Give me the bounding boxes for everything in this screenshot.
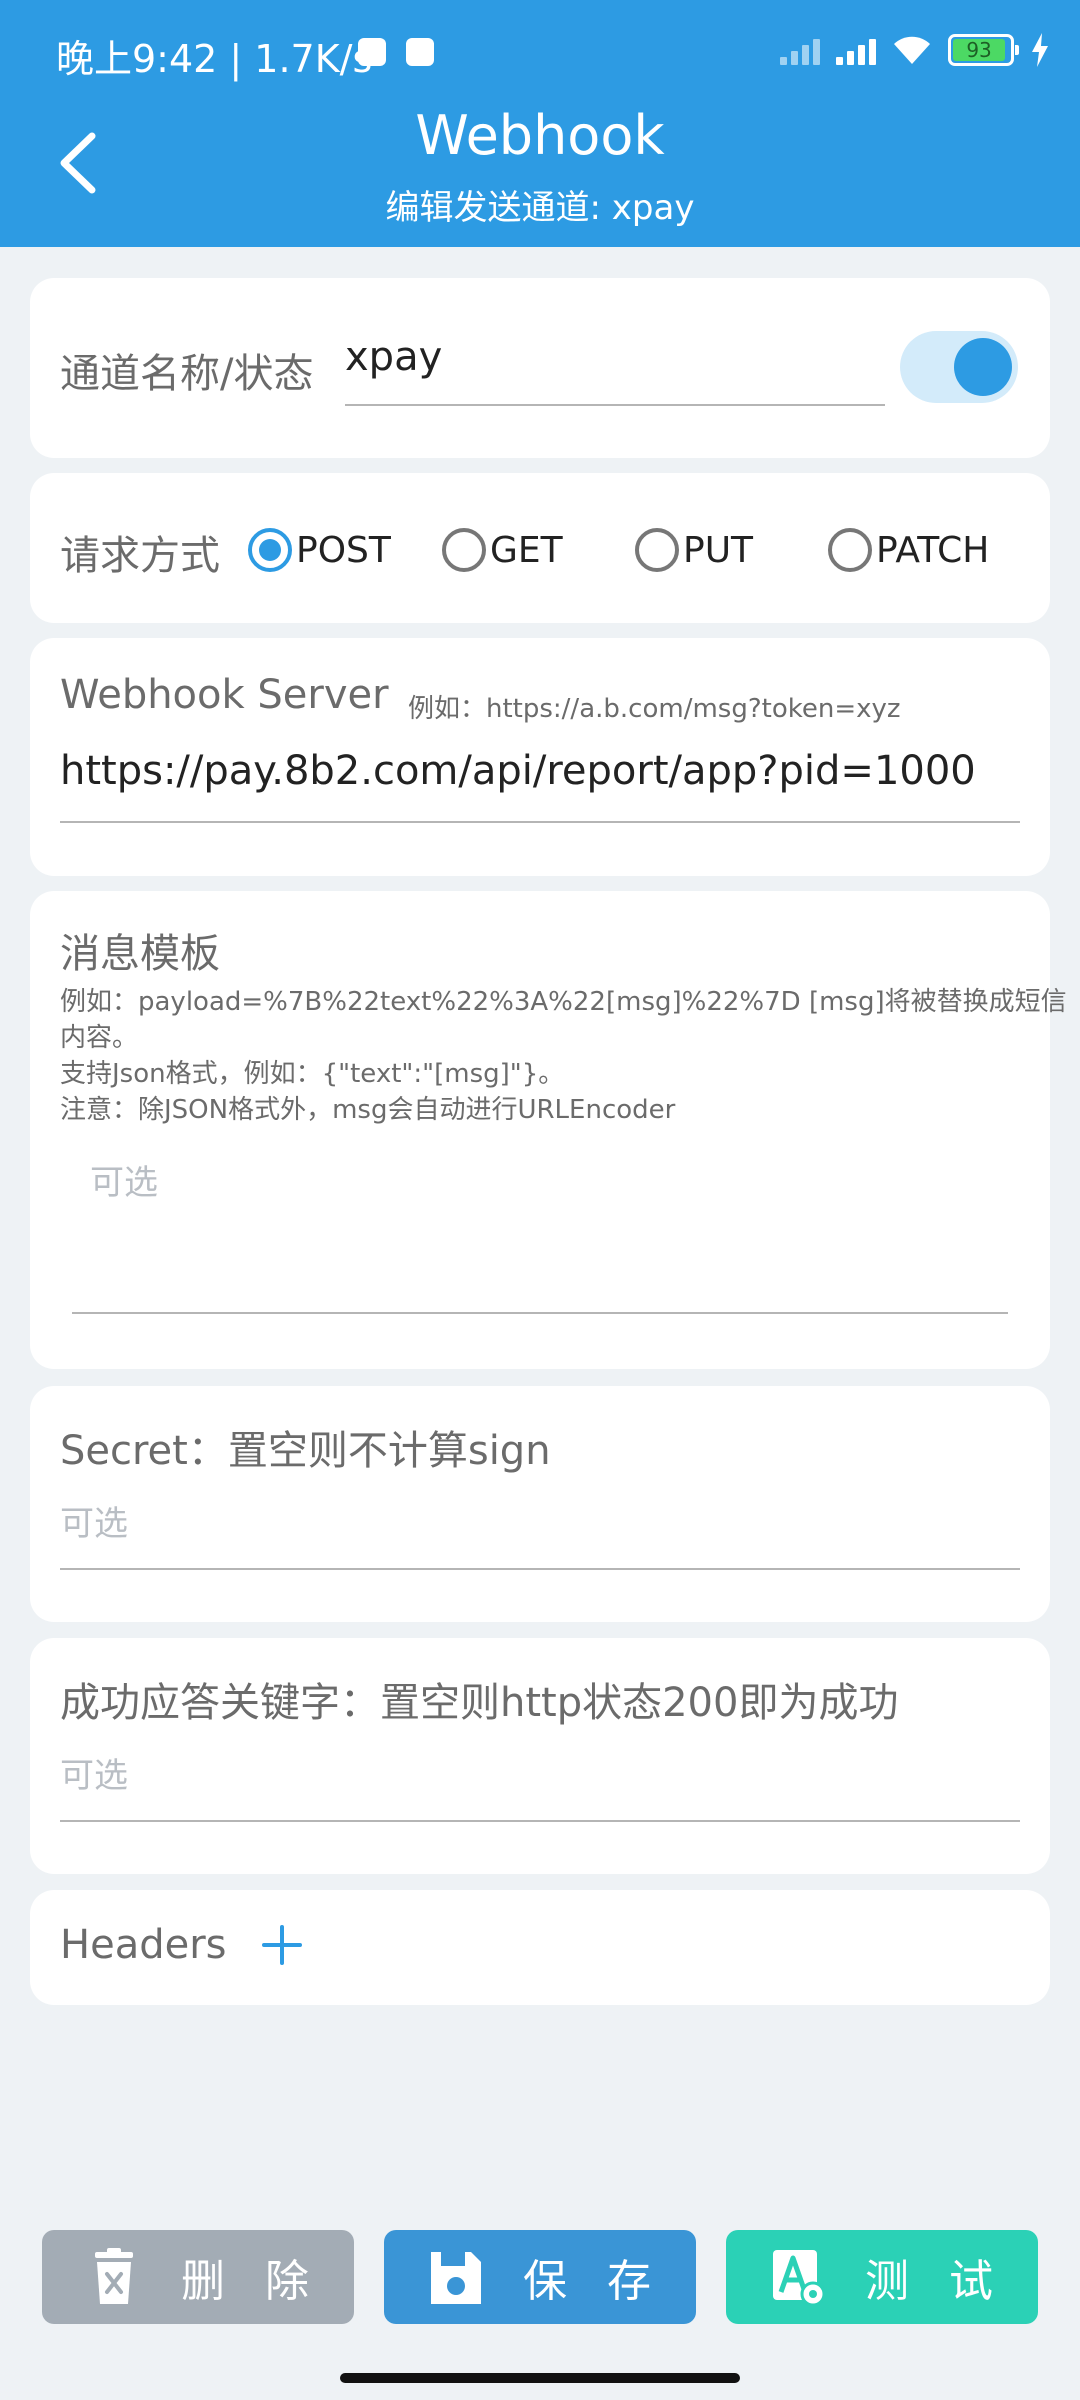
channel-name-input[interactable]: xpay: [345, 334, 885, 380]
charging-icon: [1032, 33, 1048, 67]
test-button-label: 测试: [865, 2256, 1033, 2307]
floppy-disk-icon: [431, 2252, 481, 2304]
add-header-plus-icon[interactable]: [260, 1923, 304, 1967]
signal-sim1-icon: [836, 35, 876, 65]
radio-get[interactable]: GET: [442, 525, 563, 575]
radio-put-label: PUT: [683, 529, 754, 571]
webhook-server-example: 例如：https://a.b.com/msg?token=xyz: [408, 694, 901, 724]
secret-label: Secret：置空则不计算sign: [60, 1428, 551, 1474]
success-keyword-label: 成功应答关键字：置空则http状态200即为成功: [60, 1680, 899, 1726]
radio-put[interactable]: PUT: [635, 525, 753, 575]
radio-put-indicator: [635, 528, 679, 572]
webhook-server-card: Webhook Server 例如：https://a.b.com/msg?to…: [30, 638, 1050, 876]
webhook-server-label: Webhook Server: [60, 672, 389, 718]
channel-status-toggle[interactable]: [900, 331, 1018, 403]
radio-patch-indicator: [828, 528, 872, 572]
battery-icon: 93: [948, 34, 1019, 66]
channel-card: 通道名称/状态 xpay: [30, 278, 1050, 458]
signal-sim2-icon: [780, 35, 820, 65]
page-title: Webhook: [415, 104, 665, 167]
success-keyword-card: 成功应答关键字：置空则http状态200即为成功 可选: [30, 1638, 1050, 1874]
headers-label: Headers: [60, 1922, 227, 1968]
radio-post-indicator: [248, 528, 292, 572]
delete-button[interactable]: 删除: [42, 2230, 354, 2324]
test-button[interactable]: 测试: [726, 2230, 1038, 2324]
webhook-server-input[interactable]: https://pay.8b2.com/api/report/app?pid=1…: [60, 748, 980, 794]
page-subtitle: 编辑发送通道: xpay: [385, 188, 695, 228]
message-template-card: 消息模板 例如：payload=%7B%22text%22%3A%22[msg]…: [30, 891, 1067, 1369]
message-template-underline: [72, 1312, 1008, 1314]
message-template-hint-4: 注意：除JSON格式外，msg会自动进行URLEncoder: [60, 1095, 676, 1125]
battery-level: 93: [953, 38, 1006, 62]
trash-icon: [95, 2248, 133, 2304]
request-method-card: 请求方式 POST GET PUT PATCH: [30, 473, 1050, 623]
save-button-label: 保存: [523, 2256, 691, 2307]
message-template-hint-3: 支持Json格式，例如：{"text":"[msg]"}。: [60, 1059, 565, 1089]
notification-app-icon: [358, 38, 386, 66]
radio-patch[interactable]: PATCH: [828, 525, 989, 575]
radio-post[interactable]: POST: [248, 525, 391, 575]
radio-get-indicator: [442, 528, 486, 572]
secret-underline: [60, 1568, 1020, 1570]
success-keyword-underline: [60, 1820, 1020, 1822]
message-template-label: 消息模板: [60, 931, 220, 977]
status-bar: 晚上9:42 | 1.7K/s 93: [0, 0, 1080, 100]
home-indicator[interactable]: [340, 2373, 740, 2383]
toggle-knob: [954, 338, 1012, 396]
app-header: 晚上9:42 | 1.7K/s 93 Webhook 编辑发送通道: xpay: [0, 0, 1080, 247]
text-settings-icon: [773, 2250, 825, 2306]
headers-card: Headers: [30, 1890, 1050, 2005]
radio-post-label: POST: [296, 529, 391, 571]
channel-label: 通道名称/状态: [60, 351, 314, 397]
secret-input[interactable]: 可选: [60, 1496, 128, 1545]
notification-message-icon: [406, 38, 434, 66]
secret-card: Secret：置空则不计算sign 可选: [30, 1386, 1050, 1622]
message-template-hint-1: 例如：payload=%7B%22text%22%3A%22[msg]%22%7…: [60, 987, 1067, 1017]
status-indicators: 93: [780, 30, 1050, 70]
delete-button-label: 删除: [181, 2256, 349, 2307]
save-button[interactable]: 保存: [384, 2230, 696, 2324]
message-template-hint-2: 内容。: [60, 1023, 139, 1053]
radio-get-label: GET: [490, 529, 563, 571]
channel-name-underline: [345, 404, 885, 406]
success-keyword-input[interactable]: 可选: [60, 1748, 128, 1797]
wifi-icon: [894, 36, 930, 64]
message-template-input[interactable]: 可选: [90, 1155, 158, 1204]
request-method-label: 请求方式: [60, 533, 220, 579]
status-time: 晚上9:42 | 1.7K/s: [56, 37, 373, 81]
radio-patch-label: PATCH: [876, 529, 990, 571]
webhook-server-underline: [60, 821, 1020, 823]
